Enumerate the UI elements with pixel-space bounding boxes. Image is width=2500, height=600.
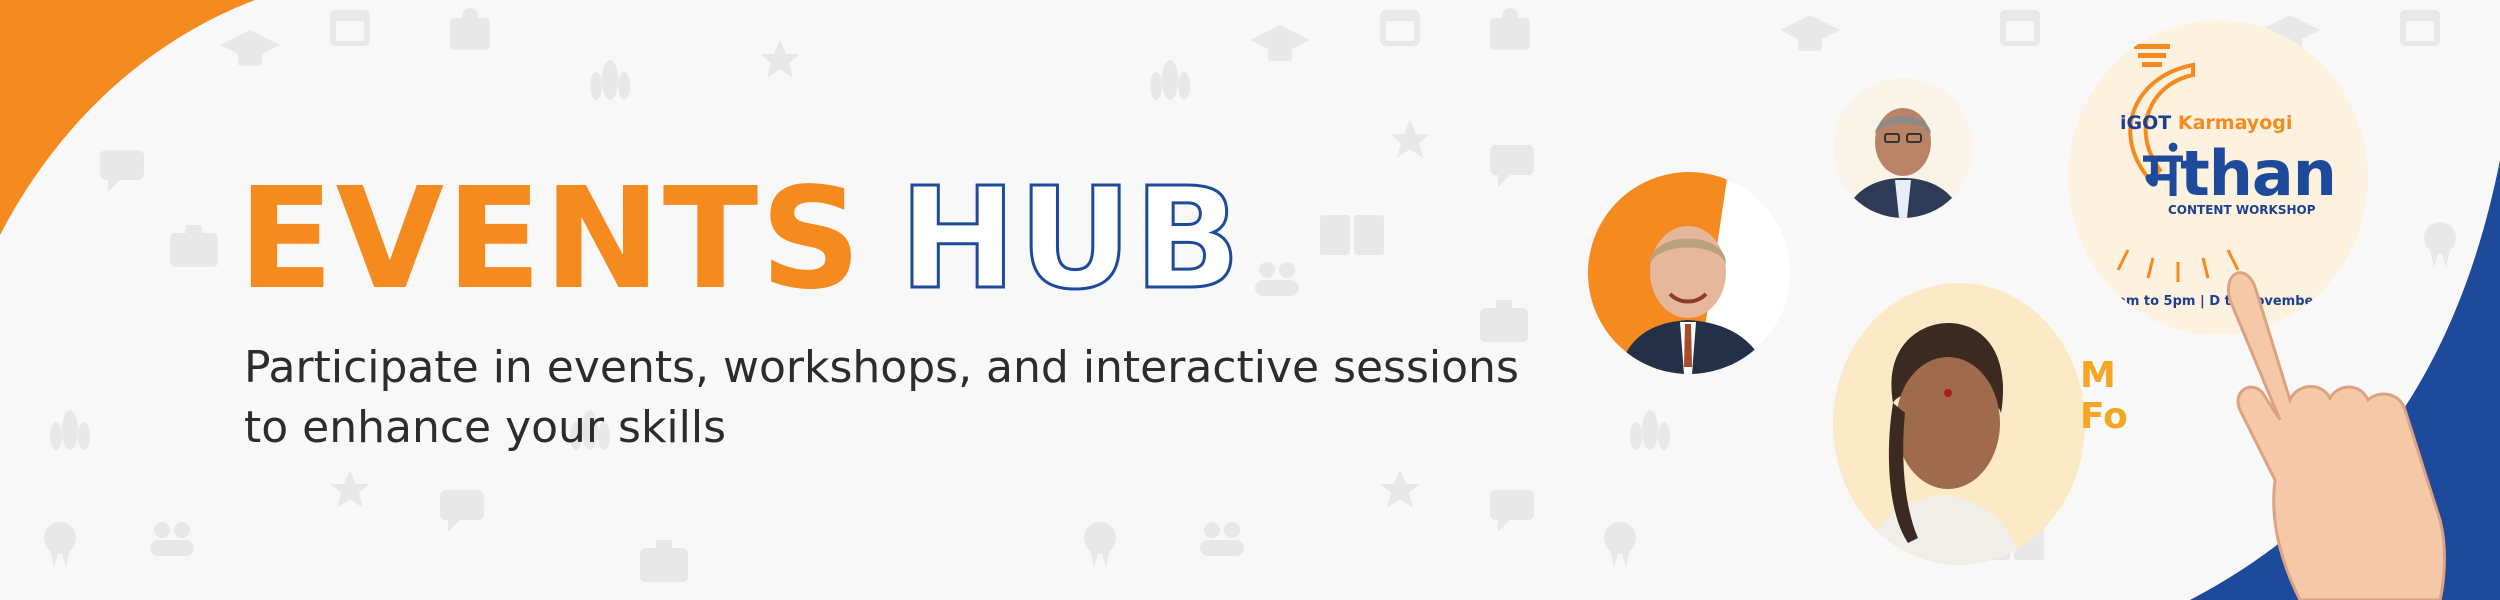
events-hub-banner: EVENTS HUB Participate in events, worksho… (0, 0, 2500, 600)
pointing-hand-icon (2227, 271, 2446, 600)
